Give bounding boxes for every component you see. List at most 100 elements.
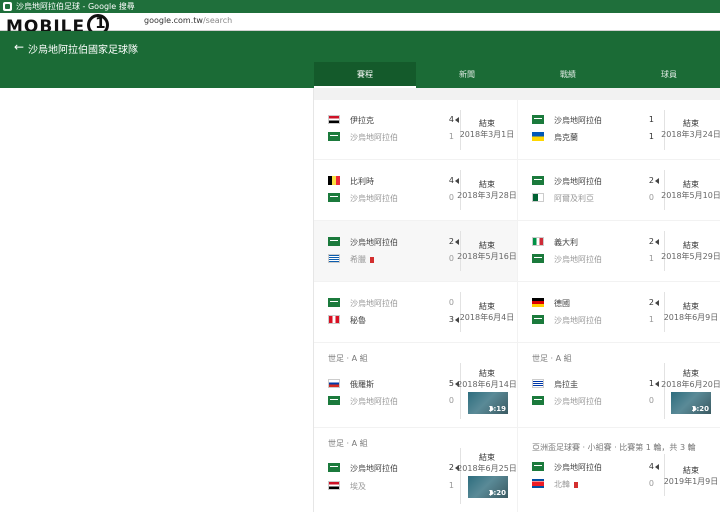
match-date: 2018年5月29日 [661,252,720,261]
match-card[interactable]: 比利時 4 沙烏地阿拉伯 0 結束 2018年3月28日 [314,160,517,220]
home-team: 德國 [554,299,570,308]
away-score: 0 [648,396,654,405]
url-text[interactable]: google.com.tw/search [144,16,232,25]
video-thumbnail[interactable]: 3:20 [468,476,508,498]
away-score: 0 [448,254,454,263]
tab-schedule[interactable]: 賽程 [314,62,416,88]
flag-icon [328,463,340,472]
match-status: 結束 [479,302,495,311]
home-team: 烏拉圭 [554,380,578,389]
home-team: 沙烏地阿拉伯 [554,463,602,472]
back-arrow-icon[interactable]: ← [14,40,24,54]
match-date: 2018年3月24日 [661,130,720,139]
competition-label: 亞洲盃足球賽 · 小組賽 · 比賽第 1 輪，共 3 輪 [532,443,696,452]
blank-left-pane [0,88,314,512]
flag-icon [328,298,340,307]
address-bar[interactable]: MOBILE google.com.tw/search [0,13,720,37]
home-score: 2 [448,463,454,472]
home-score: 1 [648,379,654,388]
match-date: 2018年5月16日 [457,252,517,261]
home-team: 沙烏地阿拉伯 [554,116,602,125]
away-team-name: 北韓 [554,480,570,489]
match-date: 2018年5月10日 [661,191,720,200]
home-team: 沙烏地阿拉伯 [554,177,602,186]
match-date: 2018年3月28日 [457,191,517,200]
tab-players[interactable]: 球員 [618,62,720,88]
video-duration: 3:20 [488,489,506,497]
match-status: 結束 [479,453,495,462]
match-status: 結束 [683,302,699,311]
tab-news[interactable]: 新聞 [416,62,518,88]
flag-icon [532,176,544,185]
match-status: 結束 [479,241,495,250]
competition-label: 世足 · A 組 [328,439,368,448]
flag-icon [532,254,544,263]
home-team: 沙烏地阿拉伯 [350,238,398,247]
match-card[interactable]: 伊拉克 4 沙烏地阿拉伯 1 結束 2018年3月1日 [314,100,517,159]
flag-icon [328,193,340,202]
home-score: 5 [448,379,454,388]
away-team: 希臘 [350,254,374,265]
match-status: 結束 [683,180,699,189]
winner-indicator-icon [655,300,659,306]
home-team: 伊拉克 [350,116,374,125]
home-score: 4 [448,176,454,185]
away-team: 沙烏地阿拉伯 [554,316,602,325]
match-status: 結束 [683,119,699,128]
match-card[interactable]: 沙烏地阿拉伯 2 阿爾及利亞 0 結束 2018年5月10日 [518,160,720,220]
flag-icon [532,193,544,202]
flag-icon [532,479,544,488]
away-team: 秘魯 [350,316,366,325]
match-date: 2018年6月14日 [457,380,517,389]
match-card[interactable]: 沙烏地阿拉伯 0 秘魯 3 結束 2018年6月4日 [314,282,517,342]
match-card[interactable]: 沙烏地阿拉伯 1 烏克蘭 1 結束 2018年3月24日 [518,100,720,159]
away-score: 1 [448,481,454,490]
away-team: 沙烏地阿拉伯 [350,397,398,406]
browser-shield-icon [3,2,12,11]
flag-icon [532,379,544,388]
home-score: 2 [648,176,654,185]
match-card[interactable]: 世足 · A 組 俄羅斯 5 沙烏地阿拉伯 0 結束 2018年6月14日 3:… [314,343,517,427]
away-score: 1 [448,132,454,141]
match-card[interactable]: 世足 · A 組 沙烏地阿拉伯 2 埃及 1 結束 2018年6月25日 3:2… [314,428,517,512]
away-score: 1 [648,315,654,324]
match-date: 2018年6月25日 [457,464,517,473]
video-duration: 3:19 [488,405,506,413]
away-score: 0 [648,479,654,488]
video-thumbnail[interactable]: 3:19 [468,392,508,414]
match-card[interactable]: 德國 2 沙烏地阿拉伯 1 結束 2018年6月9日 [518,282,720,342]
away-score: 1 [648,254,654,263]
red-card-icon [370,257,374,263]
page-title: 沙烏地阿拉伯國家足球隊 [28,45,138,56]
match-status: 結束 [683,369,699,378]
away-team: 烏克蘭 [554,133,578,142]
flag-icon [328,396,340,405]
winner-indicator-icon [655,464,659,470]
video-thumbnail[interactable]: 3:20 [671,392,711,414]
tab-standings[interactable]: 戰績 [518,62,618,88]
away-team: 沙烏地阿拉伯 [350,133,398,142]
flag-icon [328,379,340,388]
match-card[interactable]: 世足 · A 組 烏拉圭 1 沙烏地阿拉伯 0 結束 2018年6月20日 3:… [518,343,720,427]
away-score: 1 [648,132,654,141]
flag-icon [532,396,544,405]
away-score: 0 [448,193,454,202]
flag-icon [532,237,544,246]
away-team: 沙烏地阿拉伯 [554,397,602,406]
team-header: ← 沙烏地阿拉伯國家足球隊 賽程 新聞 戰績 球員 [0,31,720,88]
flag-icon [532,115,544,124]
away-team: 沙烏地阿拉伯 [554,255,602,264]
flag-icon [532,132,544,141]
match-status: 結束 [683,466,699,475]
competition-label: 世足 · A 組 [328,354,368,363]
window-titlebar: 沙烏地阿拉伯足球 - Google 搜尋 [0,0,720,13]
competition-label: 世足 · A 組 [532,354,572,363]
flag-icon [328,481,340,490]
away-team: 埃及 [350,482,366,491]
flag-icon [328,254,340,263]
match-card[interactable]: 亞洲盃足球賽 · 小組賽 · 比賽第 1 輪，共 3 輪 沙烏地阿拉伯 4 北韓… [518,428,720,512]
match-date: 2018年3月1日 [459,130,515,139]
match-card[interactable]: 義大利 2 沙烏地阿拉伯 1 結束 2018年5月29日 [518,221,720,281]
match-card[interactable]: 沙烏地阿拉伯 2 希臘 0 結束 2018年5月16日 [314,221,517,281]
home-team: 沙烏地阿拉伯 [350,299,398,308]
